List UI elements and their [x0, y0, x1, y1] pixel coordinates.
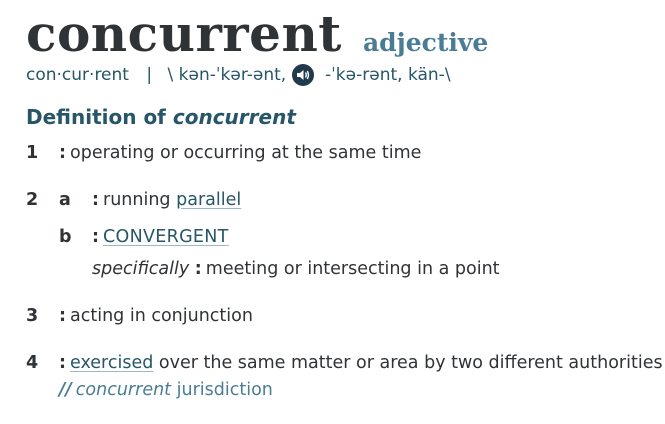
sense-2a: : running parallel	[92, 188, 241, 212]
sense-colon: :	[92, 227, 99, 247]
specifically-label: specifically	[92, 259, 190, 279]
sense-colon: :	[194, 259, 202, 279]
sense-colon: :	[92, 190, 99, 210]
convergent-link[interactable]: CONVERGENT	[103, 227, 229, 247]
pronunciation-primary: \ kən-ˈkər-ənt,	[167, 65, 287, 85]
parallel-link[interactable]: parallel	[176, 190, 241, 210]
sense-1: : operating or occurring at the same time	[59, 141, 421, 165]
syllables: con·cur·rent	[26, 65, 129, 85]
sense-number-2: 2	[26, 190, 39, 210]
part-of-speech: adjective	[362, 28, 489, 57]
sense-1-text: operating or occurring at the same time	[70, 143, 422, 163]
sense-letter-a: a	[59, 190, 71, 210]
sense-number-1: 1	[26, 143, 39, 163]
sense-2b-specifically: specifically : meeting or intersecting in…	[92, 257, 500, 281]
sense-2a-text: running	[103, 190, 171, 210]
example-marker: //	[59, 380, 72, 400]
sense-colon: :	[59, 143, 66, 163]
sense-2b-specifically-text: meeting or intersecting in a point	[205, 259, 500, 279]
separator: |	[146, 65, 153, 85]
sense-letter-b: b	[59, 227, 72, 247]
definition-heading: Definition of concurrent	[26, 105, 296, 129]
sense-number-4: 4	[26, 353, 39, 373]
sense-colon: :	[59, 353, 66, 373]
sense-number-3: 3	[26, 306, 39, 326]
sense-colon: :	[59, 306, 66, 326]
example-word: concurrent	[75, 380, 172, 400]
definition-heading-prefix: Definition of	[26, 105, 166, 129]
exercised-link[interactable]: exercised	[70, 353, 153, 373]
sense-4: : exercised over the same matter or area …	[59, 351, 663, 375]
sense-3-text: acting in conjunction	[70, 306, 253, 326]
example-text: jurisdiction	[176, 380, 273, 400]
speaker-icon[interactable]	[291, 64, 314, 86]
sense-2b: : CONVERGENT	[92, 225, 229, 249]
definition-heading-word: concurrent	[172, 105, 296, 129]
usage-example: //concurrent jurisdiction	[59, 378, 273, 402]
sense-3: : acting in conjunction	[59, 304, 253, 328]
pronunciation-row: con·cur·rent | \ kən-ˈkər-ənt, -ˈkə-rənt…	[26, 63, 451, 87]
headword-row: concurrent adjective	[26, 4, 488, 64]
headword: concurrent	[26, 4, 342, 63]
pronunciation-alternate: -ˈkə-rənt, kän-\	[325, 65, 451, 85]
sense-4-text: over the same matter or area by two diff…	[158, 353, 663, 373]
